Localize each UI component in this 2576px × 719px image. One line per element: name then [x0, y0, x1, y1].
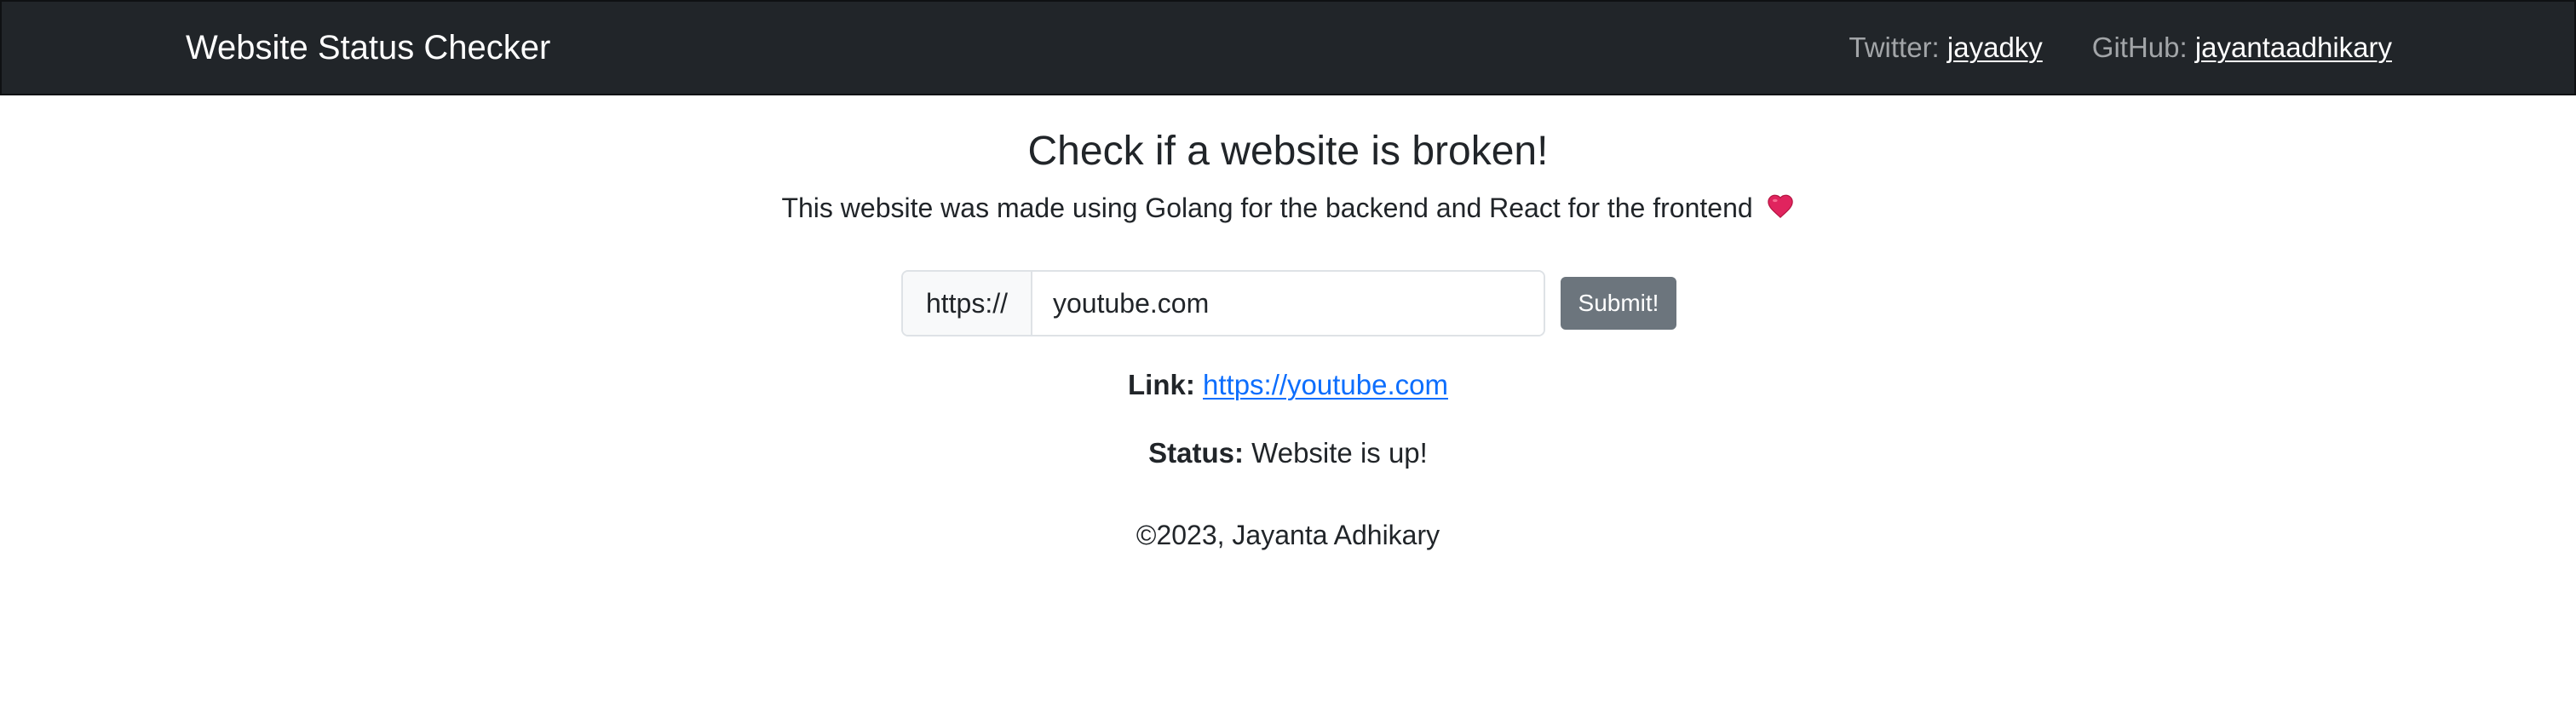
footer-copyright: ©2023, Jayanta Adhikary	[1136, 520, 1440, 550]
url-input-group: https://	[901, 270, 1545, 336]
twitter-link[interactable]: jayadky	[1947, 32, 2043, 63]
url-form: https:// Submit!	[901, 270, 1676, 336]
subtitle-text: This website was made using Golang for t…	[781, 193, 1753, 223]
twitter-item: Twitter: jayadky	[1849, 27, 2042, 68]
result-link[interactable]: https://youtube.com	[1203, 369, 1448, 400]
heart-icon	[1767, 194, 1793, 218]
brand-link[interactable]: Website Status Checker	[186, 26, 550, 70]
result-link-row: Link: https://youtube.com	[0, 365, 2576, 406]
top-navbar: Website Status Checker Twitter: jayadky …	[0, 0, 2576, 95]
url-prefix: https://	[903, 272, 1032, 335]
status-value: Website is up!	[1251, 437, 1428, 469]
subtitle: This website was made using Golang for t…	[0, 189, 2576, 227]
url-input[interactable]	[1032, 272, 1544, 335]
page-title: Check if a website is broken!	[1027, 129, 1549, 174]
result-status-row: Status: Website is up!	[0, 433, 2576, 474]
twitter-label: Twitter:	[1849, 32, 1947, 63]
status-label: Status:	[1148, 437, 1252, 469]
submit-button[interactable]: Submit!	[1561, 277, 1676, 330]
social-links: Twitter: jayadky GitHub: jayantaadhikary	[1849, 27, 2392, 68]
link-label: Link:	[1128, 369, 1203, 400]
github-link[interactable]: jayantaadhikary	[2195, 32, 2392, 63]
github-item: GitHub: jayantaadhikary	[2092, 27, 2392, 68]
github-label: GitHub:	[2091, 32, 2195, 63]
